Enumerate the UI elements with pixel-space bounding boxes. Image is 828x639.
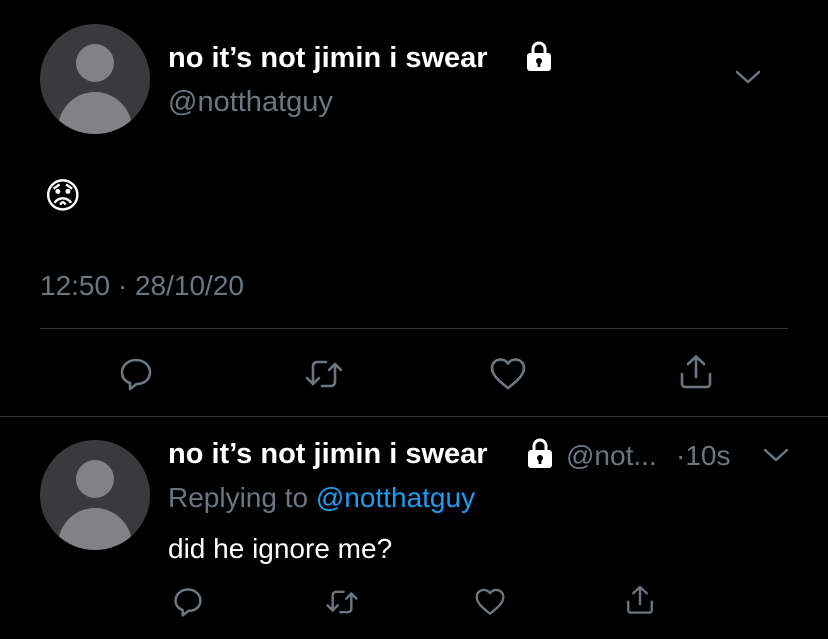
replying-to-handle-link[interactable]: @notthatguy (316, 482, 475, 513)
share-button[interactable] (616, 576, 664, 624)
avatar-head (76, 460, 114, 498)
reply-icon (120, 358, 152, 391)
reply-author-name[interactable]: no it’s not jimin i swear (168, 438, 488, 471)
tweet-date: 28/10/20 (134, 270, 244, 301)
avatar[interactable] (40, 24, 150, 134)
reply-author-handle[interactable]: @not... (566, 440, 657, 472)
reply-relative-time: ·10s (676, 440, 731, 471)
tweet-time: 12:50 (40, 270, 111, 301)
reply-body: did he ignore me? (168, 533, 393, 564)
retweet-icon (305, 360, 343, 388)
share-icon (627, 585, 653, 614)
chevron-down-icon[interactable] (734, 68, 762, 86)
author-handle[interactable]: @notthatguy (168, 86, 333, 119)
avatar[interactable] (40, 440, 150, 550)
share-icon (680, 355, 712, 389)
share-button[interactable] (672, 348, 720, 396)
heart-icon (490, 358, 526, 390)
lock-icon (526, 437, 554, 469)
retweet-button[interactable] (300, 350, 348, 398)
avatar-shoulders (58, 92, 132, 134)
heart-icon (475, 588, 505, 615)
reply-icon (174, 588, 202, 617)
tweet-timestamp: 12:50 · 28/10/20 (40, 270, 244, 302)
tweet-body-emoji: 😟 (44, 175, 82, 216)
timestamp-separator: · (117, 270, 128, 301)
author-name[interactable]: no it’s not jimin i swear (168, 42, 488, 75)
like-button[interactable] (466, 578, 514, 626)
reply-button[interactable] (112, 350, 160, 398)
reply-button[interactable] (164, 578, 212, 626)
tweet-divider (40, 328, 788, 329)
retweet-button[interactable] (318, 578, 366, 626)
lock-icon (525, 40, 553, 72)
replying-to-label: Replying to (168, 482, 316, 513)
avatar-shoulders (58, 508, 132, 550)
avatar-head (76, 44, 114, 82)
replying-to-line: Replying to @notthatguy (168, 482, 475, 514)
section-divider (0, 416, 828, 417)
chevron-down-icon[interactable] (762, 446, 790, 464)
like-button[interactable] (484, 350, 532, 398)
retweet-icon (326, 590, 358, 614)
